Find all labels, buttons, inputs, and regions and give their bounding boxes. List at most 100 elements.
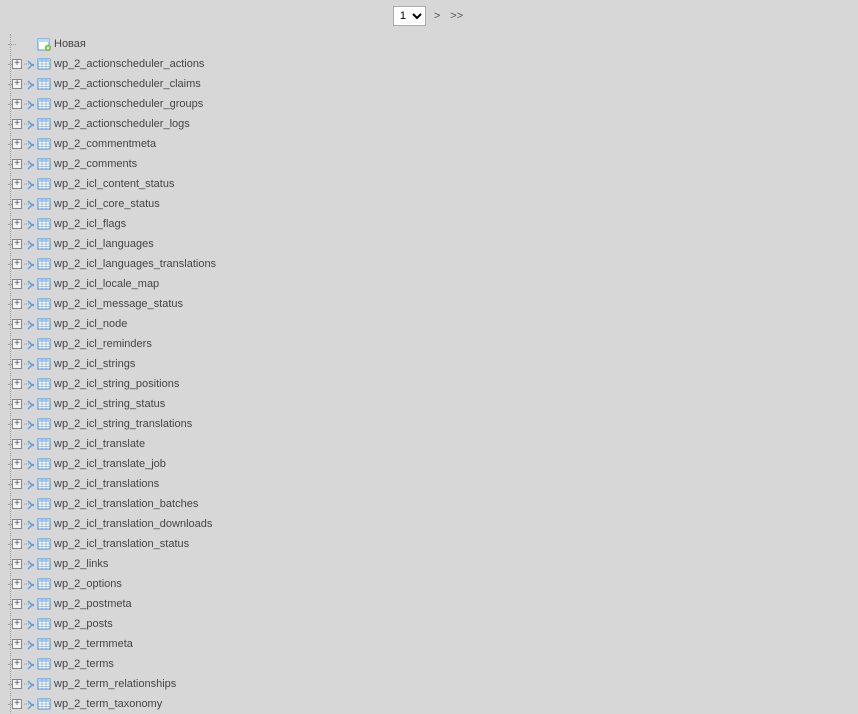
table-label[interactable]: wp_2_icl_core_status xyxy=(54,198,160,210)
table-label[interactable]: wp_2_options xyxy=(54,578,122,590)
table-label[interactable]: wp_2_icl_strings xyxy=(54,358,135,370)
tree-node-table[interactable]: + wp_2_icl_translation_status xyxy=(2,534,216,554)
table-label[interactable]: wp_2_icl_string_positions xyxy=(54,378,179,390)
table-label[interactable]: wp_2_actionscheduler_claims xyxy=(54,78,201,90)
expand-icon[interactable]: + xyxy=(12,419,22,429)
expand-icon[interactable]: + xyxy=(12,219,22,229)
table-label[interactable]: wp_2_icl_languages xyxy=(54,238,154,250)
expand-icon[interactable]: + xyxy=(12,539,22,549)
tree-node-table[interactable]: + wp_2_icl_flags xyxy=(2,214,216,234)
table-label[interactable]: wp_2_comments xyxy=(54,158,137,170)
expand-icon[interactable]: + xyxy=(12,579,22,589)
tree-node-new-table[interactable]: Новая xyxy=(2,34,216,54)
table-label[interactable]: wp_2_icl_translate_job xyxy=(54,458,166,470)
expand-icon[interactable]: + xyxy=(12,339,22,349)
expand-icon[interactable]: + xyxy=(12,399,22,409)
page-select[interactable]: 1 xyxy=(393,6,426,26)
tree-node-table[interactable]: + wp_2_icl_content_status xyxy=(2,174,216,194)
table-label[interactable]: wp_2_actionscheduler_actions xyxy=(54,58,204,70)
table-label[interactable]: wp_2_actionscheduler_groups xyxy=(54,98,203,110)
expand-icon[interactable]: + xyxy=(12,679,22,689)
expand-icon[interactable]: + xyxy=(12,499,22,509)
expand-icon[interactable]: + xyxy=(12,239,22,249)
table-label[interactable]: wp_2_icl_languages_translations xyxy=(54,258,216,270)
expand-icon[interactable]: + xyxy=(12,119,22,129)
expand-icon[interactable]: + xyxy=(12,179,22,189)
tree-node-table[interactable]: + wp_2_icl_message_status xyxy=(2,294,216,314)
tree-node-table[interactable]: + wp_2_icl_node xyxy=(2,314,216,334)
tree-node-table[interactable]: + wp_2_icl_translate xyxy=(2,434,216,454)
tree-node-table[interactable]: + wp_2_icl_reminders xyxy=(2,334,216,354)
tree-node-table[interactable]: + wp_2_term_taxonomy xyxy=(2,694,216,714)
tree-node-table[interactable]: + wp_2_posts xyxy=(2,614,216,634)
tree-node-table[interactable]: + wp_2_icl_string_status xyxy=(2,394,216,414)
tree-node-table[interactable]: + wp_2_postmeta xyxy=(2,594,216,614)
last-page-button[interactable]: >> xyxy=(448,10,465,22)
table-label[interactable]: wp_2_icl_string_translations xyxy=(54,418,192,430)
table-label[interactable]: wp_2_icl_translation_downloads xyxy=(54,518,212,530)
tree-node-table[interactable]: + wp_2_icl_string_positions xyxy=(2,374,216,394)
table-label[interactable]: wp_2_icl_message_status xyxy=(54,298,183,310)
tree-node-table[interactable]: + wp_2_icl_strings xyxy=(2,354,216,374)
expand-icon[interactable]: + xyxy=(12,659,22,669)
expand-icon[interactable]: + xyxy=(12,299,22,309)
expand-icon[interactable]: + xyxy=(12,559,22,569)
table-label[interactable]: wp_2_links xyxy=(54,558,108,570)
tree-node-table[interactable]: + wp_2_icl_string_translations xyxy=(2,414,216,434)
table-label[interactable]: wp_2_icl_translation_batches xyxy=(54,498,198,510)
tree-node-table[interactable]: + wp_2_terms xyxy=(2,654,216,674)
tree-node-table[interactable]: + wp_2_term_relationships xyxy=(2,674,216,694)
tree-node-table[interactable]: + wp_2_icl_translate_job xyxy=(2,454,216,474)
table-label[interactable]: wp_2_commentmeta xyxy=(54,138,156,150)
tree-node-table[interactable]: + wp_2_actionscheduler_logs xyxy=(2,114,216,134)
expand-icon[interactable]: + xyxy=(12,139,22,149)
table-label[interactable]: wp_2_icl_reminders xyxy=(54,338,152,350)
expand-icon[interactable]: + xyxy=(12,379,22,389)
expand-icon[interactable]: + xyxy=(12,259,22,269)
expand-icon[interactable]: + xyxy=(12,599,22,609)
tree-node-table[interactable]: + wp_2_actionscheduler_claims xyxy=(2,74,216,94)
tree-node-table[interactable]: + wp_2_icl_translation_downloads xyxy=(2,514,216,534)
tree-node-table[interactable]: + wp_2_icl_translations xyxy=(2,474,216,494)
tree-node-table[interactable]: + wp_2_icl_core_status xyxy=(2,194,216,214)
table-label[interactable]: wp_2_actionscheduler_logs xyxy=(54,118,190,130)
tree-node-table[interactable]: + wp_2_icl_languages_translations xyxy=(2,254,216,274)
next-page-button[interactable]: > xyxy=(432,10,442,22)
expand-icon[interactable]: + xyxy=(12,279,22,289)
table-label[interactable]: wp_2_icl_node xyxy=(54,318,127,330)
tree-node-table[interactable]: + wp_2_icl_translation_batches xyxy=(2,494,216,514)
expand-icon[interactable]: + xyxy=(12,439,22,449)
tree-node-table[interactable]: + wp_2_actionscheduler_actions xyxy=(2,54,216,74)
tree-node-table[interactable]: + wp_2_options xyxy=(2,574,216,594)
table-label[interactable]: wp_2_icl_flags xyxy=(54,218,126,230)
expand-icon[interactable]: + xyxy=(12,79,22,89)
expand-icon[interactable]: + xyxy=(12,479,22,489)
expand-icon[interactable]: + xyxy=(12,59,22,69)
expand-icon[interactable]: + xyxy=(12,519,22,529)
expand-icon[interactable]: + xyxy=(12,699,22,709)
table-label[interactable]: wp_2_term_relationships xyxy=(54,678,176,690)
expand-icon[interactable]: + xyxy=(12,319,22,329)
tree-node-table[interactable]: + wp_2_links xyxy=(2,554,216,574)
table-label[interactable]: wp_2_icl_translations xyxy=(54,478,159,490)
expand-icon[interactable]: + xyxy=(12,639,22,649)
table-label[interactable]: wp_2_termmeta xyxy=(54,638,133,650)
table-label[interactable]: wp_2_icl_string_status xyxy=(54,398,165,410)
expand-icon[interactable]: + xyxy=(12,99,22,109)
expand-icon[interactable]: + xyxy=(12,199,22,209)
tree-node-table[interactable]: + wp_2_commentmeta xyxy=(2,134,216,154)
expand-icon[interactable]: + xyxy=(12,459,22,469)
tree-node-table[interactable]: + wp_2_icl_languages xyxy=(2,234,216,254)
table-label[interactable]: wp_2_icl_translate xyxy=(54,438,145,450)
table-label[interactable]: wp_2_posts xyxy=(54,618,113,630)
expand-icon[interactable]: + xyxy=(12,359,22,369)
new-table-label[interactable]: Новая xyxy=(54,38,86,50)
table-label[interactable]: wp_2_icl_content_status xyxy=(54,178,174,190)
table-label[interactable]: wp_2_postmeta xyxy=(54,598,132,610)
expand-icon[interactable]: + xyxy=(12,159,22,169)
table-label[interactable]: wp_2_icl_translation_status xyxy=(54,538,189,550)
table-label[interactable]: wp_2_term_taxonomy xyxy=(54,698,162,710)
table-label[interactable]: wp_2_terms xyxy=(54,658,114,670)
tree-node-table[interactable]: + wp_2_comments xyxy=(2,154,216,174)
expand-icon[interactable]: + xyxy=(12,619,22,629)
